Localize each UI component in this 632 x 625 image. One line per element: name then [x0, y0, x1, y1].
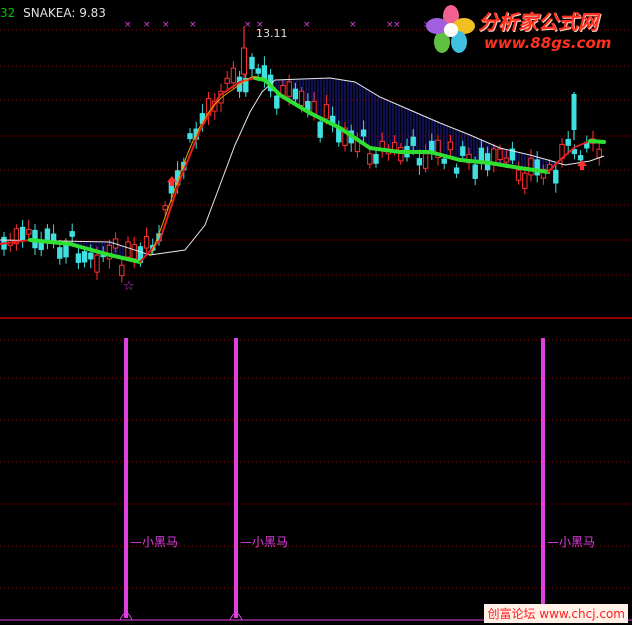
- candle-down: [57, 247, 63, 259]
- candle-down: [460, 146, 466, 156]
- signal-bar: [541, 338, 545, 618]
- candle-down: [81, 251, 88, 263]
- candle-up: [398, 147, 404, 162]
- snake-down-segment: [588, 139, 606, 144]
- candle-up: [162, 205, 168, 211]
- candle-down: [534, 159, 540, 176]
- marker-cross: ×: [303, 20, 311, 30]
- header-prefix: 32: [0, 6, 16, 20]
- peak-candle: [241, 47, 247, 75]
- flower-icon: [426, 5, 475, 53]
- candle-down: [19, 226, 26, 242]
- candle-down: [88, 252, 94, 260]
- candle-up: [422, 153, 429, 169]
- snake-highlight: [149, 76, 259, 257]
- candle-down: [249, 56, 255, 70]
- watermark-url: www.88gs.com: [484, 34, 612, 52]
- candle-up: [143, 236, 150, 249]
- candle-up: [515, 169, 522, 181]
- candle-up: [230, 67, 237, 84]
- marker-cross: ×: [143, 20, 151, 30]
- candle-up: [224, 77, 230, 84]
- grid-lines: [0, 29, 632, 621]
- candle-up: [522, 172, 528, 189]
- candle-up: [596, 148, 602, 158]
- candle-down: [360, 129, 367, 137]
- candle-down: [69, 231, 75, 237]
- star-icon: ☆: [123, 279, 135, 294]
- candle-up: [119, 264, 125, 277]
- candle-up: [497, 148, 503, 161]
- candle-down: [187, 133, 193, 140]
- footer-watermark: 创富论坛 www.chcj.com: [484, 604, 628, 623]
- candle-down: [553, 169, 559, 184]
- candle-down: [317, 121, 323, 138]
- signal-bar: [234, 338, 238, 618]
- marker-cross: ×: [189, 20, 197, 30]
- candle-down: [453, 167, 460, 174]
- candle-up: [286, 81, 292, 97]
- candle-down: [75, 253, 82, 263]
- indicator-header: 32 SNAKEA: 9.83: [0, 6, 106, 20]
- candle-down: [410, 136, 416, 146]
- candle-down: [255, 68, 261, 74]
- signal-label: —小黑马: [547, 535, 595, 549]
- candle-down: [274, 95, 280, 109]
- candle-up: [298, 90, 305, 106]
- watermark-logo: 分析家公式网 www.88gs.com: [426, 2, 626, 58]
- marker-cross: ×: [349, 20, 357, 30]
- marker-cross: ×: [162, 20, 170, 30]
- marker-cross: ×: [124, 20, 132, 30]
- candle-down: [373, 153, 379, 164]
- candle-up: [391, 142, 398, 151]
- candle-down: [441, 158, 447, 164]
- candle-up: [323, 104, 330, 120]
- chart-stage: ××××××××××× —小黑马—小黑马—小黑马 13.11 ☆: [0, 20, 632, 621]
- signal-label: —小黑马: [240, 535, 288, 549]
- signal-label: —小黑马: [130, 535, 178, 549]
- marker-cross: ×: [244, 20, 252, 30]
- indicator-value: SNAKEA: 9.83: [23, 6, 106, 20]
- candle-up: [131, 244, 137, 260]
- candle-up: [528, 157, 534, 176]
- candle-up: [94, 254, 100, 273]
- spike-candle: [571, 94, 577, 130]
- candlesticks[interactable]: [1, 26, 602, 283]
- candle-up: [447, 141, 454, 151]
- candle-up: [503, 157, 509, 163]
- candle-up: [367, 153, 373, 165]
- candle-down: [577, 155, 584, 161]
- candle-down: [565, 138, 571, 146]
- signal-bars: —小黑马 —小黑马 —小黑马: [119, 338, 595, 621]
- marker-cross: ×: [393, 20, 401, 30]
- candle-down: [44, 228, 51, 242]
- candle-down: [416, 158, 423, 166]
- candle-up: [26, 228, 32, 235]
- candle-down: [292, 88, 299, 100]
- signal-bar: [124, 338, 128, 618]
- candle-up: [125, 241, 131, 258]
- peak-price-label: 13.11: [256, 27, 288, 40]
- watermark-title: 分析家公式网: [478, 10, 598, 34]
- candle-down: [472, 164, 478, 179]
